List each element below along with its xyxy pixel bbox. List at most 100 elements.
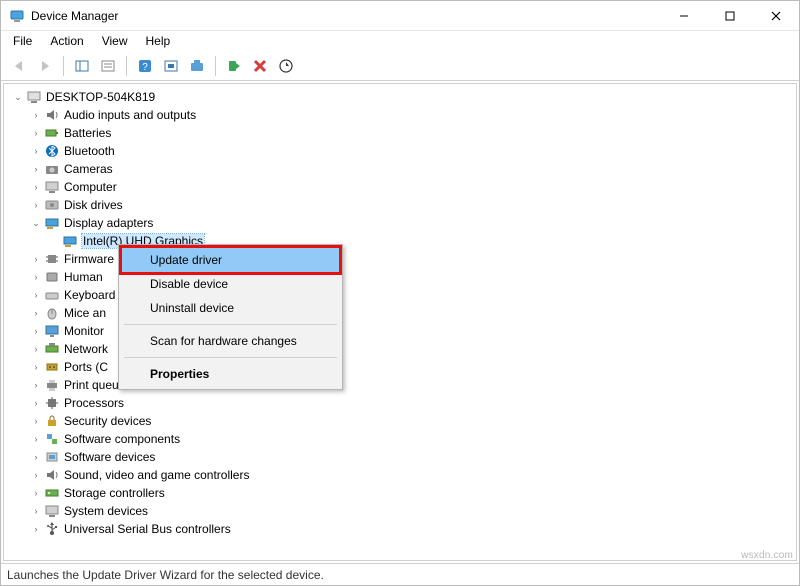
tree-label: Software devices	[64, 450, 155, 464]
tree-label: Keyboard	[64, 288, 115, 302]
forward-button[interactable]	[33, 54, 57, 78]
properties-icon[interactable]	[96, 54, 120, 78]
scan-changes-icon[interactable]	[274, 54, 298, 78]
tree-label: Disk drives	[64, 198, 123, 212]
context-menu: Update driver Disable device Uninstall d…	[118, 244, 343, 390]
status-bar: Launches the Update Driver Wizard for th…	[1, 563, 799, 585]
titlebar: Device Manager	[1, 1, 799, 31]
expander-icon[interactable]: ›	[30, 147, 42, 156]
mouse-icon	[44, 305, 60, 321]
tree-item-system[interactable]: › System devices	[12, 502, 796, 520]
menu-help[interactable]: Help	[138, 32, 179, 50]
tree-item-computer[interactable]: › Computer	[12, 178, 796, 196]
tree-item-software-components[interactable]: › Software components	[12, 430, 796, 448]
watermark: wsxdn.com	[741, 550, 793, 561]
back-button[interactable]	[7, 54, 31, 78]
tree-label: Audio inputs and outputs	[64, 108, 196, 122]
expander-icon[interactable]: ›	[30, 327, 42, 336]
tree-label: Universal Serial Bus controllers	[64, 522, 231, 536]
maximize-button[interactable]	[707, 1, 753, 31]
expander-icon[interactable]: ›	[30, 417, 42, 426]
expander-icon[interactable]: ›	[30, 291, 42, 300]
ctx-scan-hardware[interactable]: Scan for hardware changes	[122, 329, 339, 353]
help-icon[interactable]: ?	[133, 54, 157, 78]
expander-icon[interactable]: ⌄	[30, 219, 42, 228]
close-button[interactable]	[753, 1, 799, 31]
hid-icon	[44, 269, 60, 285]
menu-action[interactable]: Action	[42, 32, 91, 50]
expander-icon[interactable]: ›	[30, 273, 42, 282]
tree-item-batteries[interactable]: › Batteries	[12, 124, 796, 142]
expander-icon[interactable]: ›	[30, 345, 42, 354]
printer-icon	[44, 377, 60, 393]
expander-icon[interactable]: ›	[30, 471, 42, 480]
update-driver-icon[interactable]	[185, 54, 209, 78]
device-tree-panel: ⌄ DESKTOP-504K819 › Audio inputs and out…	[3, 83, 797, 561]
tree-label: Network	[64, 342, 108, 356]
ctx-separator	[124, 357, 337, 358]
tree-root[interactable]: ⌄ DESKTOP-504K819	[12, 88, 796, 106]
tree-label: DESKTOP-504K819	[46, 90, 155, 104]
tree-item-disk[interactable]: › Disk drives	[12, 196, 796, 214]
expander-icon[interactable]: ›	[30, 525, 42, 534]
ctx-update-driver[interactable]: Update driver	[122, 248, 339, 272]
tree-item-security[interactable]: › Security devices	[12, 412, 796, 430]
tree-label: Processors	[64, 396, 124, 410]
expander-icon[interactable]: ›	[30, 129, 42, 138]
tree-item-bluetooth[interactable]: › Bluetooth	[12, 142, 796, 160]
tree-label: Batteries	[64, 126, 111, 140]
tree-item-software-devices[interactable]: › Software devices	[12, 448, 796, 466]
computer-icon	[26, 89, 42, 105]
expander-icon[interactable]: ›	[30, 183, 42, 192]
menu-view[interactable]: View	[94, 32, 136, 50]
tree-label: Computer	[64, 180, 117, 194]
usb-icon	[44, 521, 60, 537]
expander-icon[interactable]: ›	[30, 363, 42, 372]
ctx-separator	[124, 324, 337, 325]
tree-item-display[interactable]: ⌄ Display adapters	[12, 214, 796, 232]
component-icon	[44, 431, 60, 447]
app-icon	[9, 8, 25, 24]
svg-text:?: ?	[142, 62, 148, 73]
ctx-uninstall-device[interactable]: Uninstall device	[122, 296, 339, 320]
expander-icon[interactable]: ›	[30, 165, 42, 174]
ctx-properties[interactable]: Properties	[122, 362, 339, 386]
tree-label: Firmware	[64, 252, 114, 266]
expander-icon[interactable]: ›	[30, 453, 42, 462]
expander-icon[interactable]: ›	[30, 507, 42, 516]
tree-item-usb[interactable]: › Universal Serial Bus controllers	[12, 520, 796, 538]
status-text: Launches the Update Driver Wizard for th…	[7, 568, 324, 582]
expander-icon[interactable]: ›	[30, 435, 42, 444]
display-adapter-icon	[44, 215, 60, 231]
expander-icon[interactable]: ⌄	[12, 93, 24, 102]
tree-label: Sound, video and game controllers	[64, 468, 249, 482]
disk-icon	[44, 197, 60, 213]
tree-item-sound[interactable]: › Sound, video and game controllers	[12, 466, 796, 484]
expander-icon[interactable]: ›	[30, 309, 42, 318]
tree-item-processors[interactable]: › Processors	[12, 394, 796, 412]
enable-device-icon[interactable]	[222, 54, 246, 78]
show-hide-console-icon[interactable]	[70, 54, 94, 78]
tree-item-audio[interactable]: › Audio inputs and outputs	[12, 106, 796, 124]
expander-icon[interactable]: ›	[30, 399, 42, 408]
expander-icon[interactable]: ›	[30, 111, 42, 120]
expander-icon[interactable]: ›	[30, 489, 42, 498]
expander-icon[interactable]: ›	[30, 381, 42, 390]
scan-hardware-icon[interactable]	[159, 54, 183, 78]
menubar: File Action View Help	[1, 31, 799, 51]
tree-label: Storage controllers	[64, 486, 165, 500]
expander-icon[interactable]: ›	[30, 201, 42, 210]
tree-label: Ports (C	[64, 360, 108, 374]
menu-file[interactable]: File	[5, 32, 40, 50]
storage-icon	[44, 485, 60, 501]
network-icon	[44, 341, 60, 357]
tree-item-storage[interactable]: › Storage controllers	[12, 484, 796, 502]
tree-item-cameras[interactable]: › Cameras	[12, 160, 796, 178]
expander-icon[interactable]: ›	[30, 255, 42, 264]
minimize-button[interactable]	[661, 1, 707, 31]
ctx-disable-device[interactable]: Disable device	[122, 272, 339, 296]
tree-label: Cameras	[64, 162, 113, 176]
computer-icon	[44, 179, 60, 195]
uninstall-device-icon[interactable]	[248, 54, 272, 78]
tree-label: Software components	[64, 432, 180, 446]
